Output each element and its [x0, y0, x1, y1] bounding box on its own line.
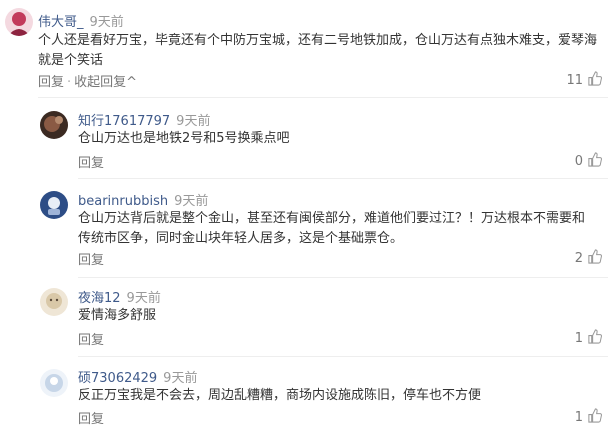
- comment-text: 反正万宝我是不会去，周边乱糟糟，商场内设施成陈旧，停车也不方便: [78, 388, 482, 403]
- timestamp: 9天前: [176, 114, 211, 129]
- comment-actions: 回复 · 收起回复^: [38, 71, 137, 90]
- thumbs-up-icon: [587, 71, 602, 90]
- comment-text: 爱情海多舒服: [78, 308, 157, 323]
- like-count: 11: [566, 73, 583, 88]
- like-count: 1: [574, 410, 583, 425]
- divider: [78, 277, 608, 278]
- comment-actions: 回复: [78, 152, 104, 171]
- comment-item: 伟大哥_ 9天前 个人还是看好万宝，毕竟还有个中防万宝城，还有二号地铁加成，仓山万…: [0, 0, 616, 92]
- separator: ·: [67, 75, 72, 90]
- reply-button[interactable]: 回复: [78, 412, 104, 427]
- comment-item: 硕73062429 9天前 反正万宝我是不会去，周边乱糟糟，商场内设施成陈旧，停车…: [0, 361, 616, 431]
- thumbs-up-icon: [587, 408, 602, 427]
- username[interactable]: bearinrubbish: [78, 194, 168, 209]
- thumbs-up-icon: [587, 329, 602, 348]
- reply-button[interactable]: 回复: [78, 253, 104, 268]
- avatar[interactable]: [40, 369, 68, 397]
- timestamp: 9天前: [163, 371, 198, 386]
- comment-text: 仓山万达也是地铁2号和5号换乘点吧: [78, 131, 290, 146]
- like-button[interactable]: 1: [575, 408, 602, 427]
- comment-actions: 回复: [78, 249, 104, 268]
- timestamp: 9天前: [174, 194, 209, 209]
- avatar[interactable]: [40, 191, 68, 219]
- divider: [78, 356, 608, 357]
- reply-button[interactable]: 回复: [38, 75, 64, 90]
- comment-text: 仓山万达背后就是整个金山，甚至还有闽侯部分，难道他们要过江？！万达根本不需要和 …: [78, 209, 608, 249]
- reply-button[interactable]: 回复: [78, 156, 104, 171]
- like-button[interactable]: 11: [566, 71, 602, 90]
- thumbs-up-icon: [587, 152, 602, 171]
- avatar[interactable]: [5, 8, 33, 36]
- like-button[interactable]: 0: [575, 152, 602, 171]
- comment-actions: 回复: [78, 329, 104, 348]
- avatar[interactable]: [40, 288, 68, 316]
- like-count: 1: [574, 331, 583, 346]
- comment-actions: 回复: [78, 408, 104, 427]
- thumbs-up-icon: [587, 249, 602, 268]
- comment-item: 夜海12 9天前 爱情海多舒服 回复 1: [0, 282, 616, 352]
- reply-button[interactable]: 回复: [78, 333, 104, 348]
- comment-meta: 知行17617797 9天前: [78, 110, 210, 129]
- username[interactable]: 伟大哥_: [38, 15, 84, 30]
- divider: [78, 178, 608, 179]
- timestamp: 9天前: [126, 291, 161, 306]
- like-count: 0: [574, 154, 583, 169]
- like-button[interactable]: 2: [575, 249, 602, 268]
- comment-meta: 硕73062429 9天前: [78, 367, 197, 386]
- comment-item: bearinrubbish 9天前 仓山万达背后就是整个金山，甚至还有闽侯部分，难…: [0, 183, 616, 279]
- timestamp: 9天前: [89, 15, 124, 30]
- like-button[interactable]: 1: [575, 329, 602, 348]
- divider: [38, 97, 608, 98]
- collapse-replies-button[interactable]: 收起回复^: [74, 75, 137, 90]
- avatar[interactable]: [40, 111, 68, 139]
- comment-meta: bearinrubbish 9天前: [78, 190, 208, 209]
- comment-text: 个人还是看好万宝，毕竟还有个中防万宝城，还有二号地铁加成，仓山万达有点独木难支，…: [38, 33, 598, 68]
- username[interactable]: 知行17617797: [78, 114, 170, 129]
- comment-item: 知行17617797 9天前 仓山万达也是地铁2号和5号换乘点吧 回复 0: [0, 102, 616, 182]
- comment-meta: 伟大哥_ 9天前: [38, 11, 124, 30]
- comment-text-line: 传统市区争，同时金山块年轻人居多，这是个基础票仓。: [78, 231, 404, 246]
- comment-meta: 夜海12 9天前: [78, 287, 161, 306]
- username[interactable]: 硕73062429: [78, 371, 157, 386]
- username[interactable]: 夜海12: [78, 291, 121, 306]
- like-count: 2: [574, 251, 583, 266]
- comment-text-line: 仓山万达背后就是整个金山，甚至还有闽侯部分，难道他们要过江？！万达根本不需要和: [78, 211, 586, 226]
